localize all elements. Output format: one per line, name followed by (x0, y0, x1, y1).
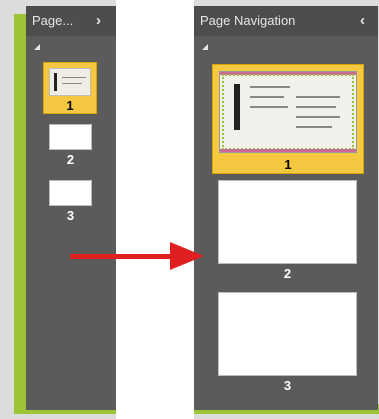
right-page-thumb-2[interactable] (218, 180, 357, 264)
left-page-thumb-3[interactable] (49, 180, 92, 206)
page-1-thumbnail (219, 71, 357, 153)
accent-border-left (14, 14, 26, 414)
left-page-thumb-1-selected[interactable]: 1 (43, 62, 97, 114)
document-barcode-icon (54, 73, 57, 91)
document-text-line (296, 116, 340, 118)
left-page-thumb-2[interactable] (49, 124, 92, 150)
right-page-panel: Page Navigation ‹ 1 2 3 (194, 6, 378, 410)
left-page-number-3: 3 (66, 208, 75, 223)
left-page-number-1: 1 (66, 98, 74, 113)
collapse-triangle-icon[interactable] (202, 44, 208, 50)
left-panel-header: Page... › (26, 6, 116, 36)
document-text-line (296, 126, 332, 128)
right-page-number-1: 1 (284, 157, 292, 172)
right-panel-header: Page Navigation ‹ (194, 6, 378, 36)
red-arrow-shaft (70, 254, 174, 259)
collapse-chevron-icon[interactable]: ‹ (360, 6, 365, 36)
document-text-line (250, 86, 290, 88)
document-text-line (62, 83, 82, 84)
right-panel-title: Page Navigation (200, 13, 296, 28)
right-page-number-3: 3 (283, 378, 292, 393)
left-panel-title: Page... (32, 13, 74, 28)
red-arrow-icon (170, 242, 204, 270)
collapse-triangle-icon[interactable] (34, 44, 40, 50)
left-page-thumb-1-image (49, 68, 91, 96)
document-text-line (296, 96, 340, 98)
document-text-line (250, 106, 288, 108)
right-page-thumb-3[interactable] (218, 292, 357, 376)
left-page-panel: Page... › 1 2 3 (26, 6, 116, 410)
panel-gap (116, 0, 194, 419)
right-collapse-row[interactable] (194, 40, 378, 58)
document-barcode-icon (234, 84, 240, 130)
expand-chevron-icon[interactable]: › (96, 6, 101, 36)
document-text-line (296, 106, 336, 108)
right-page-thumb-1-selected[interactable]: 1 (212, 64, 364, 174)
document-text-line (250, 96, 284, 98)
document-text-line (62, 77, 86, 78)
left-collapse-row[interactable] (26, 40, 116, 58)
left-page-number-2: 2 (66, 152, 75, 167)
right-page-number-2: 2 (283, 266, 292, 281)
document-border-bottom (220, 149, 356, 152)
